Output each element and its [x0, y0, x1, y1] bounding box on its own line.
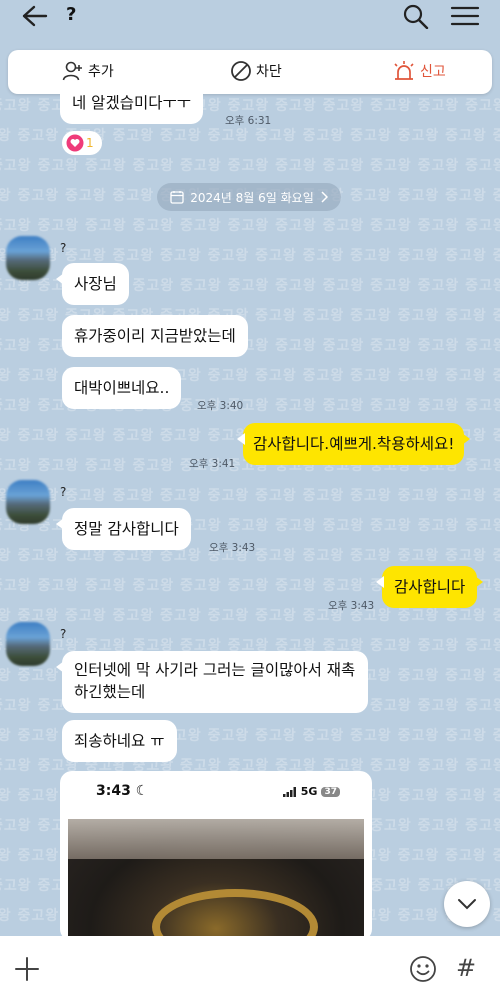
chat-screen: 중고왕 중고왕 중고왕 중고왕 중고왕 중고왕 중고왕 중고왕 중고왕 중고왕 … — [0, 0, 500, 1000]
hamburger-menu-icon[interactable] — [450, 5, 480, 27]
top-bar: ? — [0, 0, 500, 36]
message-input[interactable] — [56, 950, 396, 986]
watermark-text: 중고왕 중고왕 중고왕 중고왕 중고왕 중고왕 중고왕 중고왕 중고왕 중고왕 … — [0, 488, 500, 504]
message-time: 오후 3:41 — [189, 458, 236, 470]
hash-icon[interactable]: # — [456, 954, 476, 982]
report-label: 신고 — [420, 64, 446, 80]
search-icon[interactable] — [402, 3, 430, 29]
sender-avatar[interactable] — [6, 622, 50, 666]
watermark-text: 중고왕 중고왕 중고왕 중고왕 중고왕 중고왕 중고왕 중고왕 중고왕 중고왕 … — [0, 608, 500, 624]
my-message-bubble[interactable]: 감사합니다 — [375, 566, 484, 608]
message-time: 오후 3:43 — [209, 542, 256, 554]
sender-name: ? — [60, 485, 67, 499]
chat-title: ? — [66, 4, 77, 25]
siren-icon — [394, 61, 414, 80]
network-label: 5G — [300, 785, 318, 798]
message-bubble[interactable]: 정말 감사합니다 — [56, 508, 191, 550]
screenshot-indicators: 5G 37 — [282, 785, 340, 798]
chevron-down-icon — [458, 899, 476, 910]
message-bubble[interactable]: 사장님 — [56, 263, 129, 305]
add-friend-button[interactable]: 추가 — [62, 60, 114, 82]
signal-icon — [282, 786, 296, 797]
reaction-badge[interactable]: 1 — [62, 131, 102, 155]
sender-avatar[interactable] — [6, 480, 50, 524]
date-divider[interactable]: 2024년 8월 6일 화요일 — [157, 183, 341, 211]
back-arrow-icon[interactable] — [20, 4, 50, 28]
screenshot-time: 3:43 ☾ — [96, 783, 149, 799]
heart-icon — [66, 134, 84, 152]
message-time: 오후 3:40 — [197, 400, 244, 412]
watermark-text: 중고왕 중고왕 중고왕 중고왕 중고왕 중고왕 중고왕 중고왕 중고왕 중고왕 … — [0, 218, 500, 234]
report-button[interactable]: 신고 — [392, 60, 446, 82]
calendar-icon — [170, 191, 184, 204]
message-bubble[interactable]: 대박이쁘네요.. — [62, 367, 182, 409]
watermark-text: 중고왕 중고왕 중고왕 중고왕 중고왕 중고왕 중고왕 중고왕 중고왕 중고왕 … — [0, 158, 500, 174]
photo-content — [68, 819, 364, 941]
sender-name: ? — [60, 241, 67, 255]
add-friend-icon — [62, 61, 82, 81]
battery-level: 37 — [321, 786, 340, 797]
message-time: 오후 6:31 — [225, 115, 272, 127]
block-label: 차단 — [256, 64, 282, 80]
emoji-icon[interactable] — [409, 955, 437, 983]
sender-avatar[interactable] — [6, 236, 50, 280]
message-time: 오후 3:43 — [328, 600, 375, 612]
block-icon — [231, 61, 251, 81]
message-bubble[interactable]: 인터넷에 막 사기라 그러는 글이많아서 재촉하긴했는데 — [56, 651, 368, 713]
scroll-down-button[interactable] — [444, 881, 490, 927]
message-bubble[interactable]: 휴가중이리 지금받았는데 — [62, 315, 248, 357]
watermark-text: 중고왕 중고왕 중고왕 중고왕 중고왕 중고왕 중고왕 중고왕 중고왕 중고왕 … — [0, 248, 500, 264]
image-message[interactable]: 3:43 ☾ 5G 37 — [60, 771, 372, 941]
block-button[interactable]: 차단 — [230, 60, 282, 82]
add-friend-label: 추가 — [88, 64, 114, 80]
date-text: 2024년 8월 6일 화요일 — [190, 190, 314, 205]
plus-icon[interactable] — [14, 956, 40, 982]
message-bubble[interactable]: 죄송하네요 ㅠ — [62, 720, 177, 762]
message-bubble[interactable]: 네 알겠습미다ㅜㅜ — [60, 82, 204, 124]
screenshot-status-bar: 3:43 ☾ 5G 37 — [60, 783, 372, 803]
chevron-right-icon — [321, 191, 328, 203]
message-input-bar: # — [0, 936, 500, 1000]
my-message-bubble[interactable]: 감사합니다.예쁘게.착용하세요! — [236, 423, 471, 465]
reaction-count: 1 — [86, 136, 94, 150]
sender-name: ? — [60, 627, 67, 641]
